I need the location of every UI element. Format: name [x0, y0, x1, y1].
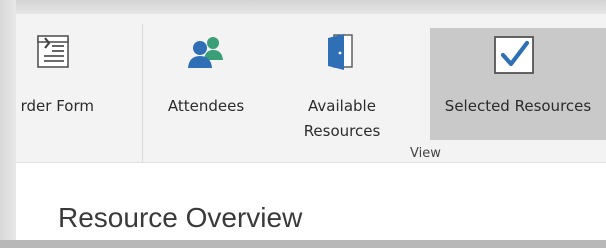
window-shadow-left [0, 0, 16, 248]
order-form-button[interactable]: rder Form [16, 22, 106, 142]
ribbon-divider [16, 162, 606, 163]
window-shadow-bottom [0, 240, 606, 248]
attendees-label: Attendees [167, 97, 245, 115]
available-resources-label: Available Resources [303, 97, 381, 140]
attendees-icon [187, 34, 225, 74]
window-shadow-top [0, 0, 606, 14]
attendees-button[interactable]: Attendees [160, 22, 252, 142]
selected-resources-label: Selected Resources [444, 97, 592, 115]
available-resources-button[interactable]: Available Resources [292, 22, 392, 142]
ribbon-group-separator [142, 24, 143, 162]
app-window: rder Form Attendees Available Resources … [16, 14, 606, 240]
door-icon [326, 32, 358, 76]
ribbon: rder Form Attendees Available Resources … [16, 14, 606, 162]
selected-resources-button[interactable]: Selected Resources [430, 28, 606, 140]
ribbon-group-label: View [410, 146, 441, 161]
order-form-icon [36, 34, 72, 74]
order-form-label: rder Form [20, 97, 94, 115]
app-frame: rder Form Attendees Available Resources … [0, 0, 606, 248]
page-title: Resource Overview [58, 202, 303, 233]
checkbox-icon [493, 34, 537, 80]
